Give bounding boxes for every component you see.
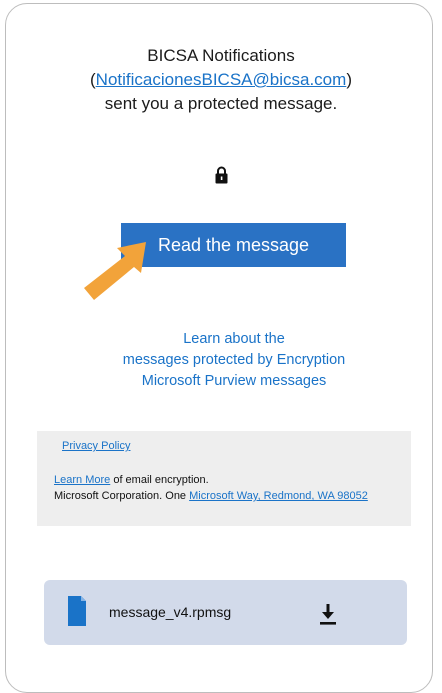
arrow-pointer-icon [84,242,146,300]
sender-email-line: (NotificacionesBICSA@bicsa.com) [0,68,442,92]
corporation-text: Microsoft Corporation. One [54,490,190,502]
lock-icon [215,166,228,184]
sender-name: BICSA Notifications [147,46,295,65]
address-link[interactable]: Microsoft Way, Redmond, WA 98052 [189,490,368,502]
read-message-button[interactable]: Read the message [121,223,346,267]
sender-block: BICSA Notifications (NotificacionesBICSA… [0,44,442,116]
learn-more-suffix: of email encryption. [110,474,209,486]
download-icon[interactable] [320,603,336,625]
learn-link-3[interactable]: Microsoft Purview messages [0,371,442,392]
footer-panel: Privacy Policy Learn More of email encry… [37,431,411,526]
privacy-policy-link[interactable]: Privacy Policy [62,440,130,452]
close-paren: ) [346,70,352,89]
protected-message-text: sent you a protected message. [104,94,338,113]
attachment-card[interactable]: message_v4.rpmsg [44,580,407,645]
attachment-file-name: message_v4.rpmsg [109,604,232,620]
learn-link-2[interactable]: messages protected by Encryption [0,350,442,371]
footer-text: Learn More of email encryption. Microsoft… [54,472,404,504]
learn-link-1[interactable]: Learn about the [0,329,442,350]
learn-more-link[interactable]: Learn More [54,474,110,486]
learn-links: Learn about the messages protected by En… [0,329,442,392]
sender-email-link[interactable]: NotificacionesBICSA@bicsa.com [96,70,347,89]
document-icon [68,596,86,626]
